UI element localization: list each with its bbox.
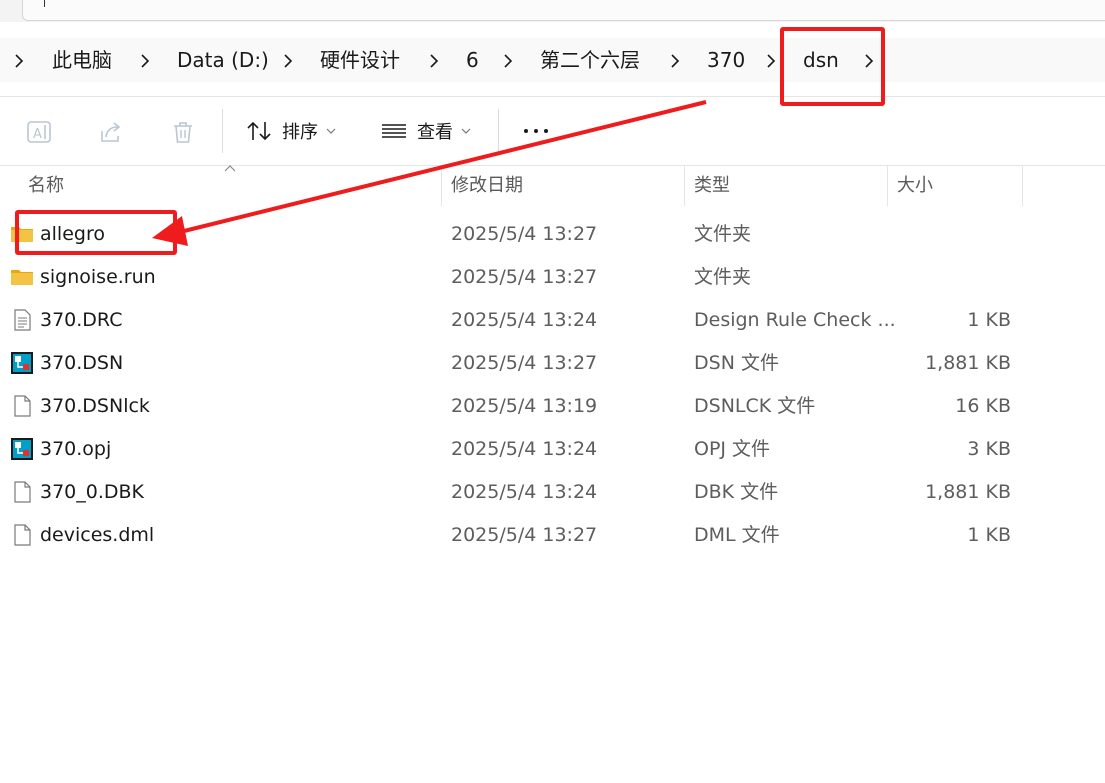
chevron-right-icon[interactable] — [764, 38, 778, 82]
chevron-right-icon[interactable] — [427, 38, 441, 82]
file-row-signoise[interactable]: signoise.run 2025/5/4 13:27 文件夹 — [0, 255, 1105, 298]
breadcrumb-item-370[interactable]: 370 — [707, 38, 745, 82]
sort-icon — [247, 121, 271, 141]
file-name: 370_0.DBK — [40, 481, 145, 503]
chevron-right-icon[interactable] — [281, 38, 295, 82]
file-date: 2025/5/4 13:19 — [451, 395, 598, 417]
chevron-right-icon[interactable] — [12, 38, 26, 82]
file-date: 2025/5/4 13:27 — [451, 524, 598, 546]
file-name: 370.DSN — [40, 352, 124, 374]
file-date: 2025/5/4 13:27 — [451, 223, 598, 245]
orcad-icon — [11, 438, 33, 460]
toolbar-divider — [498, 109, 499, 153]
file-name: signoise.run — [40, 266, 156, 288]
breadcrumb-item-hardware-design[interactable]: 硬件设计 — [320, 38, 400, 82]
file-type: 文件夹 — [694, 266, 752, 288]
text-caret — [44, 0, 45, 7]
view-button[interactable]: 查看 — [381, 113, 471, 149]
breadcrumb-item-data-drive[interactable]: Data (D:) — [177, 38, 269, 82]
address-bar-area — [0, 0, 1105, 22]
annotation-box-allegro — [15, 210, 177, 255]
chevron-right-icon[interactable] — [501, 38, 515, 82]
trash-icon[interactable] — [168, 117, 198, 147]
share-icon[interactable] — [96, 117, 126, 147]
file-row-370-dsn[interactable]: 370.DSN 2025/5/4 13:27 DSN 文件 1,881 KB — [0, 341, 1105, 384]
breadcrumb-item-this-pc[interactable]: 此电脑 — [52, 38, 112, 82]
file-name: devices.dml — [40, 524, 155, 546]
file-type: Design Rule Check ... — [694, 309, 896, 331]
file-date: 2025/5/4 13:24 — [451, 438, 598, 460]
file-name: 370.DSNlck — [40, 395, 150, 417]
file-row-370-opj[interactable]: 370.opj 2025/5/4 13:24 OPJ 文件 3 KB — [0, 427, 1105, 470]
svg-text:A: A — [33, 127, 42, 142]
file-date: 2025/5/4 13:27 — [451, 352, 598, 374]
view-label: 查看 — [417, 122, 453, 143]
command-bar: A 排序 查看 — [0, 96, 1105, 166]
blank-file-icon — [14, 524, 31, 546]
file-size: 16 KB — [955, 395, 1011, 417]
file-date: 2025/5/4 13:27 — [451, 266, 598, 288]
column-divider[interactable] — [441, 166, 442, 206]
more-icon[interactable] — [522, 127, 550, 135]
column-header-type[interactable]: 类型 — [694, 166, 730, 208]
file-date: 2025/5/4 13:24 — [451, 481, 598, 503]
column-header-row: 名称 修改日期 类型 大小 — [0, 166, 1105, 208]
orcad-icon — [11, 352, 33, 374]
file-size: 1,881 KB — [925, 481, 1011, 503]
file-name: 370.opj — [40, 438, 112, 460]
folder-icon — [11, 270, 33, 285]
breadcrumb-item-second-six-layer[interactable]: 第二个六层 — [540, 38, 640, 82]
file-row-370-dsnlck[interactable]: 370.DSNlck 2025/5/4 13:19 DSNLCK 文件 16 K… — [0, 384, 1105, 427]
file-size: 1,881 KB — [925, 352, 1011, 374]
text-file-icon — [14, 309, 31, 331]
file-date: 2025/5/4 13:24 — [451, 309, 598, 331]
file-type: DSNLCK 文件 — [694, 395, 816, 417]
file-row-370-drc[interactable]: 370.DRC 2025/5/4 13:24 Design Rule Check… — [0, 298, 1105, 341]
column-divider[interactable] — [684, 166, 685, 206]
column-header-size[interactable]: 大小 — [897, 166, 933, 208]
file-type: 文件夹 — [694, 223, 752, 245]
file-size: 3 KB — [967, 438, 1011, 460]
sort-button[interactable]: 排序 — [246, 113, 336, 149]
file-row-370-0-dbk[interactable]: 370_0.DBK 2025/5/4 13:24 DBK 文件 1,881 KB — [0, 470, 1105, 513]
chevron-down-icon — [461, 128, 471, 134]
file-size: 1 KB — [967, 309, 1011, 331]
file-type: DBK 文件 — [694, 481, 779, 503]
chevron-right-icon[interactable] — [138, 38, 152, 82]
column-header-date[interactable]: 修改日期 — [451, 166, 523, 208]
chevron-down-icon — [326, 128, 336, 134]
file-name: 370.DRC — [40, 309, 123, 331]
blank-file-icon — [14, 481, 31, 503]
breadcrumb-item-6[interactable]: 6 — [466, 38, 479, 82]
column-header-name[interactable]: 名称 — [28, 166, 64, 208]
column-divider[interactable] — [1022, 166, 1023, 206]
file-size: 1 KB — [967, 524, 1011, 546]
file-type: OPJ 文件 — [694, 438, 771, 460]
chevron-right-icon[interactable] — [668, 38, 682, 82]
address-input[interactable] — [22, 0, 1105, 21]
breadcrumb: 此电脑 Data (D:) 硬件设计 6 第二个六层 370 dsn — [0, 38, 1105, 82]
toolbar-divider — [222, 109, 223, 153]
file-type: DSN 文件 — [694, 352, 779, 374]
file-row-devices-dml[interactable]: devices.dml 2025/5/4 13:27 DML 文件 1 KB — [0, 513, 1105, 556]
annotation-box-dsn — [780, 27, 885, 106]
view-list-icon — [382, 124, 406, 138]
column-divider[interactable] — [887, 166, 888, 206]
file-type: DML 文件 — [694, 524, 780, 546]
rename-icon[interactable]: A — [24, 117, 54, 147]
blank-file-icon — [14, 395, 31, 417]
sort-label: 排序 — [282, 122, 318, 143]
